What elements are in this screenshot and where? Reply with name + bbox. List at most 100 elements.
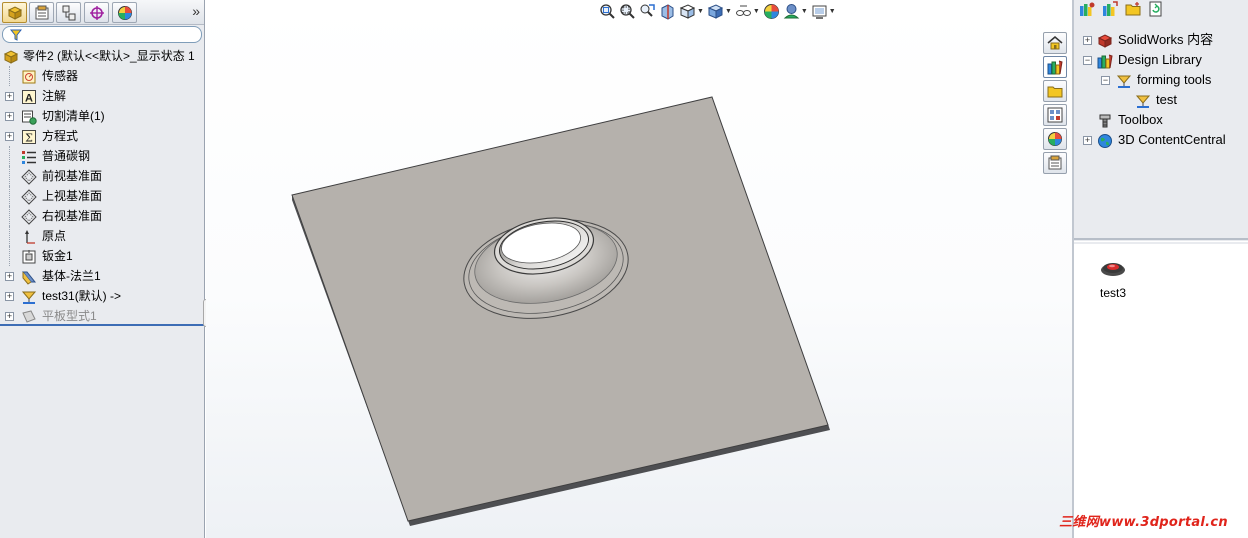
library-items-view: test3 [1074, 244, 1248, 538]
library-item-label: Toolbox [1118, 112, 1163, 127]
tree-item-label: 上视基准面 [42, 189, 103, 203]
tree-item-flat-pattern[interactable]: + 平板型式1 [0, 306, 204, 326]
tree-guide-line [9, 146, 10, 166]
library-item-test[interactable]: test [1074, 90, 1248, 110]
tree-item-label: 注解 [42, 89, 67, 103]
manager-tabs: » [0, 0, 204, 25]
design-library-tree: + SolidWorks 内容 − Design Library − formi… [1074, 30, 1248, 150]
feature-tree-filter-input[interactable] [2, 26, 202, 43]
create-new-folder-button[interactable] [1124, 0, 1141, 17]
refresh-button[interactable] [1147, 0, 1164, 17]
appearances-icon [1048, 132, 1062, 146]
more-tabs-chevron-icon[interactable]: » [192, 3, 200, 19]
display-manager-color-icon [117, 5, 132, 20]
design-library-tab[interactable] [1043, 56, 1067, 78]
tree-item-cut-list[interactable]: + 切割清单(1) [0, 106, 204, 126]
design-library-pane: + SolidWorks 内容 − Design Library − formi… [1072, 0, 1248, 538]
expand-toggle[interactable]: + [1083, 136, 1092, 145]
library-item-forming-tools[interactable]: − forming tools [1074, 70, 1248, 90]
configurationmanager-icon [62, 5, 75, 20]
sheet-metal-model[interactable] [206, 0, 1072, 538]
feature-tree: 零件2 (默认<<默认>_显示状态 1 传感器 + A 注解 + 切割清单(1)… [0, 46, 204, 326]
watermark-text: 三维网www.3dportal.cn [1059, 515, 1228, 530]
file-explorer-tab[interactable] [1043, 80, 1067, 102]
library-file-label: test3 [1099, 286, 1126, 300]
tree-item-sheet-metal[interactable]: 钣金1 [0, 246, 204, 266]
display-manager-tab[interactable] [112, 2, 137, 23]
tree-guide-line [9, 226, 10, 246]
expand-toggle[interactable]: + [5, 292, 14, 301]
appearances-scenes-tab[interactable] [1043, 128, 1067, 150]
tree-item-material[interactable]: 普通碳钢 [0, 146, 204, 166]
forming-tool-icon [1115, 72, 1132, 89]
add-to-library-icon [1079, 2, 1094, 16]
tree-guide-line [9, 166, 10, 186]
propertymanager-icon [35, 5, 48, 19]
tree-item-label: 前视基准面 [42, 169, 103, 183]
tree-item-front-plane[interactable]: 前视基准面 [0, 166, 204, 186]
library-file-test3[interactable]: test3 [1096, 260, 1130, 300]
library-item-toolbox[interactable]: Toolbox [1074, 110, 1248, 130]
expand-toggle[interactable]: + [5, 92, 14, 101]
task-pane-tabs [1043, 32, 1071, 176]
configurationmanager-tab[interactable] [56, 2, 81, 23]
tree-item-sensors[interactable]: 传感器 [0, 66, 204, 86]
tree-item-forming-tool-feature[interactable]: + test31(默认) -> [0, 286, 204, 306]
tree-guide-line [9, 66, 10, 86]
tree-item-label: 平板型式1 [42, 309, 97, 323]
expand-toggle[interactable]: + [5, 272, 14, 281]
collapse-toggle[interactable]: − [1101, 76, 1110, 85]
graphics-area[interactable]: ▼ ▼ ▼ ▼ ▼ [206, 0, 1072, 538]
library-item-label: forming tools [1137, 72, 1212, 87]
library-item-design-library[interactable]: − Design Library [1074, 50, 1248, 70]
tree-item-right-plane[interactable]: 右视基准面 [0, 206, 204, 226]
expand-toggle[interactable]: + [1083, 36, 1092, 45]
forming-tool-thumbnail-icon [1101, 263, 1125, 276]
home-icon [1047, 36, 1063, 50]
pane-divider[interactable] [1074, 238, 1248, 242]
expand-toggle[interactable]: + [5, 132, 14, 141]
dimxpert-crosshair-icon [89, 5, 104, 20]
library-item-3d-contentcentral[interactable]: + 3D ContentCentral [1074, 130, 1248, 150]
cut-list-icon [20, 108, 37, 125]
add-file-location-button[interactable] [1101, 0, 1118, 17]
tree-item-label: 钣金1 [42, 249, 73, 263]
forming-tool-icon [1134, 92, 1151, 109]
collapse-toggle[interactable]: − [1083, 56, 1092, 65]
svg-text:A: A [25, 92, 33, 104]
custom-properties-tab[interactable] [1043, 152, 1067, 174]
tree-item-label: 右视基准面 [42, 209, 103, 223]
tree-item-top-plane[interactable]: 上视基准面 [0, 186, 204, 206]
add-file-location-icon [1102, 0, 1118, 16]
tree-bottom-rollback-bar[interactable] [0, 324, 204, 326]
material-icon [20, 148, 37, 165]
expand-toggle[interactable]: + [5, 312, 14, 321]
tree-item-base-flange[interactable]: + 基体-法兰1 [0, 266, 204, 286]
view-palette-icon [1047, 107, 1063, 123]
propertymanager-tab[interactable] [29, 2, 54, 23]
tree-item-label: 基体-法兰1 [42, 269, 101, 283]
plane-icon [20, 168, 37, 185]
tree-item-equations[interactable]: + Σ 方程式 [0, 126, 204, 146]
tree-item-part[interactable]: 零件2 (默认<<默认>_显示状态 1 [0, 46, 204, 66]
sensor-icon [20, 68, 37, 85]
toolbox-icon [1096, 112, 1113, 129]
library-item-solidworks-content[interactable]: + SolidWorks 内容 [1074, 30, 1248, 50]
plane-icon [20, 208, 37, 225]
annotation-icon: A [20, 88, 37, 105]
solidworks-resources-tab[interactable] [1043, 32, 1067, 54]
view-palette-tab[interactable] [1043, 104, 1067, 126]
dimxpert-tab[interactable] [84, 2, 109, 23]
tree-item-annotations[interactable]: + A 注解 [0, 86, 204, 106]
add-to-library-button[interactable] [1078, 0, 1095, 17]
featuremanager-tab[interactable] [2, 2, 27, 23]
expand-toggle[interactable]: + [5, 112, 14, 121]
tree-guide-line [9, 246, 10, 266]
library-item-label: test [1156, 92, 1177, 107]
sheet-metal-icon [20, 248, 37, 265]
featuremanager-tree-icon [7, 5, 22, 20]
tree-item-label: 原点 [42, 229, 67, 243]
tree-item-label: 切割清单(1) [42, 109, 105, 123]
tree-item-origin[interactable]: 原点 [0, 226, 204, 246]
feature-manager-panel: » 零件2 (默认<<默认>_显示状态 1 传感器 + A 注解 + 切割清单(… [0, 0, 205, 538]
